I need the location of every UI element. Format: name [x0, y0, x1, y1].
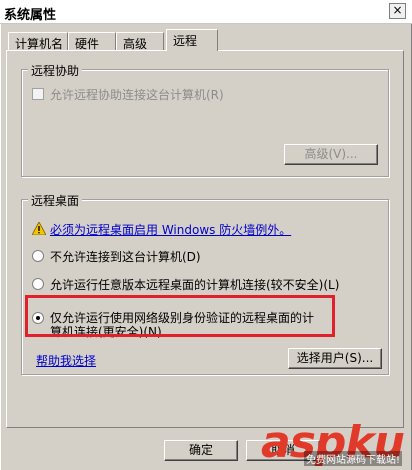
radio-deny-connections[interactable]	[32, 250, 44, 262]
tab-label: 硬件	[75, 37, 100, 51]
tab-label: 高级	[123, 37, 148, 51]
close-button[interactable]: ×	[389, 3, 406, 19]
title-bar: 系统属性 ×	[0, 0, 412, 24]
deny-connections-label: 不允许连接到这台计算机(D)	[50, 250, 201, 264]
ok-button[interactable]: 确定	[164, 440, 238, 461]
tab-hardware[interactable]: 硬件	[68, 32, 116, 51]
tab-computer-name[interactable]: 计算机名	[8, 32, 68, 51]
tab-label: 远程	[173, 34, 198, 48]
remote-tab-panel: 远程协助 允许远程协助连接这台计算机(R) 高级(V)... 远程桌面 必须为远…	[6, 50, 404, 428]
select-users-button[interactable]: 选择用户(S)...	[288, 348, 382, 369]
tab-label: 计算机名	[15, 37, 64, 51]
watermark-subtext: 免费网站源码下载站!	[303, 451, 402, 466]
help-me-choose-link[interactable]: 帮助我选择	[36, 352, 96, 369]
allow-remote-assistance-checkbox[interactable]	[32, 88, 44, 100]
highlight-annotation	[25, 295, 335, 337]
allow-remote-assistance-label: 允许远程协助连接这台计算机(R)	[50, 88, 224, 102]
remote-desktop-group: 远程桌面 必须为远程桌面启用 Windows 防火墙例外。 不允许连接到这台计算…	[21, 192, 389, 375]
allow-any-version-label: 允许运行任意版本远程桌面的计算机连接(较不安全)(L)	[50, 278, 340, 292]
remote-assistance-group: 远程协助 允许远程协助连接这台计算机(R) 高级(V)...	[21, 62, 389, 177]
watermark-logo: aspku 免费网站源码下载站!	[261, 417, 405, 468]
advanced-button[interactable]: 高级(V)...	[284, 144, 378, 165]
remote-desktop-title: 远程桌面	[28, 192, 83, 209]
radio-allow-any-version[interactable]	[32, 278, 44, 290]
tab-remote[interactable]: 远程	[166, 29, 218, 51]
close-icon: ×	[392, 3, 403, 17]
remote-assistance-title: 远程协助	[28, 62, 83, 79]
window-title: 系统属性	[4, 8, 57, 23]
tab-advanced[interactable]: 高级	[116, 32, 164, 51]
firewall-warning-link[interactable]: 必须为远程桌面启用 Windows 防火墙例外。	[50, 221, 291, 238]
warning-icon	[32, 222, 46, 235]
